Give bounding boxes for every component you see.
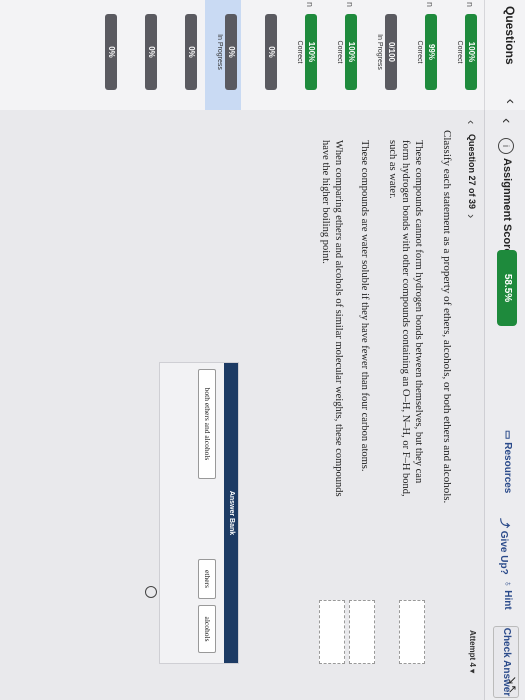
info-icon: i [498,138,514,154]
lightbulb-icon: ♁ [502,580,513,591]
sidebar-item-marker: n [305,2,315,8]
rotated-screen: Questions ‹ n 100% Correct n 99% Correct 0/100… [0,0,525,700]
answer-bank: Answer Bank both ethers and alcohols eth… [159,362,239,664]
sidebar-item-status: In Progress [376,34,383,70]
assignment-score-label: Assignment Score: [501,158,513,259]
drop-target-3[interactable] [319,600,345,664]
sidebar-question-item[interactable]: 0% [125,0,161,110]
sidebar-question-item[interactable]: 0% In Progress [205,0,241,110]
sidebar-item-score: 0% [145,14,157,90]
assignment-score-value: 58.5% [497,250,517,326]
expand-icon[interactable]: ↘↖ [506,676,519,694]
back-chevron-icon[interactable]: ‹ [497,118,515,123]
next-question-icon[interactable]: › [464,214,479,218]
sidebar-item-score: 99% [425,14,437,90]
statement-3: When comparing ethers and alcohols of si… [320,140,344,497]
sidebar-question-item[interactable]: 0% [165,0,201,110]
prev-question-icon[interactable]: ‹ [464,120,479,124]
give-up-button[interactable]: ⤴ Give Up? [498,518,513,575]
sidebar-item-score: 100% [465,14,477,90]
sidebar-question-item[interactable]: n 100% Correct [285,0,321,110]
sidebar-question-item[interactable]: 0/100 In Progress [365,0,401,110]
statement-1: These compounds cannot form hydrogen bon… [387,140,424,497]
sidebar-item-status: In Progress [216,34,223,70]
sidebar-question-item[interactable]: n 100% Correct [445,0,481,110]
sidebar-question-item[interactable]: n 99% Correct [405,0,441,110]
sidebar-item-marker: n [465,2,475,8]
sidebar-item-status: Correct [296,40,303,64]
sidebar-question-item[interactable]: 0% [85,0,121,110]
sidebar-item-score: 0/100 [385,14,397,90]
answer-chip-alcohols[interactable]: alcohols [198,605,216,653]
statement-2: These compounds are water soluble if the… [359,140,370,472]
main-area: ‹ i Assignment Score: 58.5% ▭ Resources … [0,110,525,700]
chevron-left-icon[interactable]: ‹ [501,99,519,104]
question-label: Question 27 of 39 [467,134,477,210]
sidebar-item-marker: n [425,2,435,8]
resources-button[interactable]: ▭ Resources [502,430,513,493]
sidebar-question-item[interactable]: 0% [245,0,281,110]
mouse-cursor-icon [145,586,157,598]
drop-target-2[interactable] [349,600,375,664]
drop-target-1[interactable] [399,600,425,664]
chevron-down-icon: ▾ [468,669,477,674]
hint-button[interactable]: ♁ Hint [502,580,513,610]
resources-icon: ▭ [502,430,513,443]
sidebar-item-score: 0% [105,14,117,90]
sidebar-item-score: 0% [185,14,197,90]
sidebar-title: Questions [503,6,517,65]
sidebar-question-item[interactable]: n 100% Correct [325,0,361,110]
question-instructions: Classify each statement as a property of… [441,130,453,504]
sidebar-item-marker: n [345,2,355,8]
sidebar-item-score: 0% [225,14,237,90]
questions-sidebar: Questions ‹ n 100% Correct n 99% Correct 0/100… [0,0,525,111]
sidebar-item-score: 100% [305,14,317,90]
sidebar-item-score: 0% [265,14,277,90]
answer-chip-ethers[interactable]: ethers [198,559,216,599]
answer-chip-both[interactable]: both ethers and alcohols [198,369,216,479]
give-up-icon: ⤴ [498,518,509,531]
sidebar-item-status: Correct [456,40,463,64]
attempt-label: Attempt 4 [468,630,477,667]
give-up-label: Give Up? [498,530,509,575]
attempt-dropdown[interactable]: Attempt 4 ▾ [468,630,477,673]
hint-label: Hint [502,590,513,610]
top-bar: ‹ i Assignment Score: 58.5% ▭ Resources … [484,110,525,700]
answer-bank-title: Answer Bank [224,363,238,663]
question-nav: ‹ Question 27 of 39 › Attempt 4 ▾ [461,110,481,700]
sidebar-header: Questions ‹ [484,0,525,110]
sidebar-item-status: Correct [336,40,343,64]
sidebar-item-status: Correct [416,40,423,64]
sidebar-item-score: 100% [345,14,357,90]
resources-label: Resources [502,442,513,494]
